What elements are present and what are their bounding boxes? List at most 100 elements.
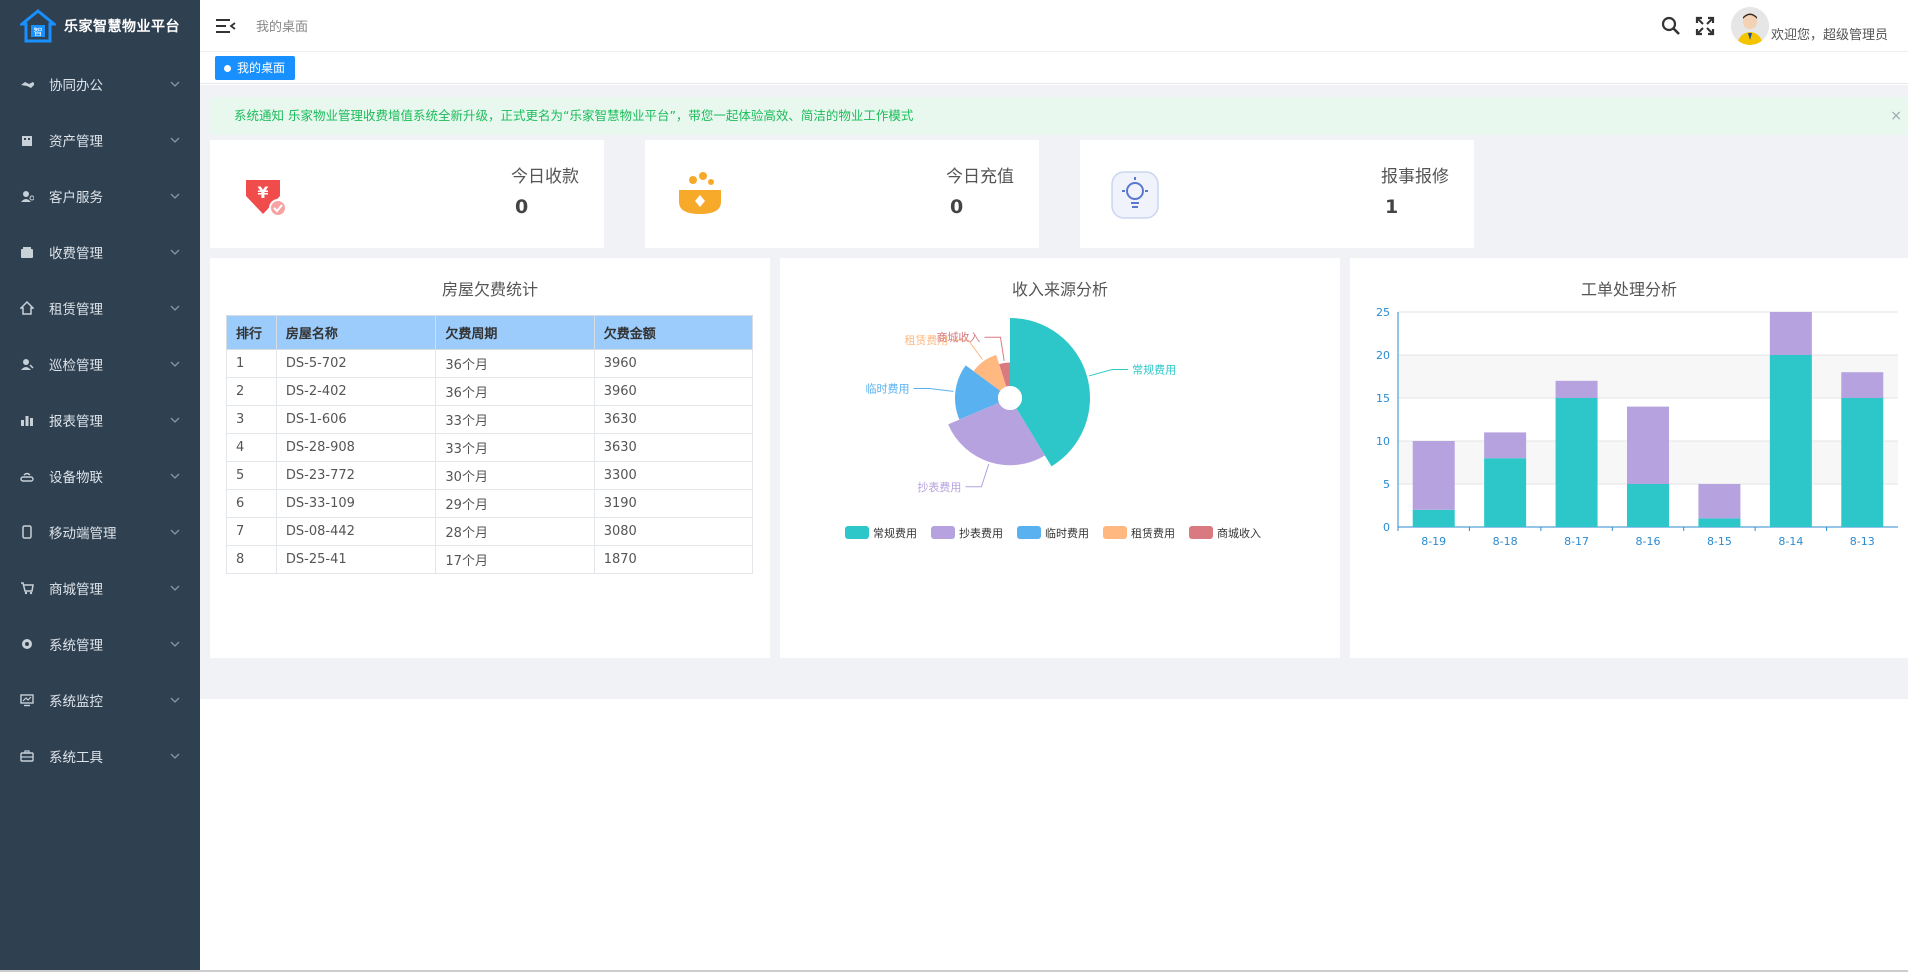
table-cell: 1870	[593, 545, 754, 574]
bar-segment[interactable]	[1627, 406, 1669, 484]
bar-segment[interactable]	[1841, 398, 1884, 527]
legend-item[interactable]: 租赁费用	[1103, 526, 1175, 540]
column-header: 欠费周期	[435, 315, 595, 350]
column-header: 欠费金额	[593, 315, 754, 350]
monitor-icon	[20, 694, 34, 707]
sidebar-item[interactable]: 资产管理	[0, 112, 200, 168]
house-logo-icon: 智	[20, 9, 56, 43]
pie-label: 临时费用	[866, 382, 910, 396]
bar-segment[interactable]	[1555, 380, 1598, 398]
bar-segment[interactable]	[1412, 509, 1455, 527]
table-cell: 7	[226, 517, 277, 546]
sidebar-item[interactable]: 报表管理	[0, 392, 200, 448]
grid-band	[1398, 355, 1898, 398]
legend-item[interactable]: 商城收入	[1189, 526, 1261, 540]
y-tick-label: 10	[1376, 435, 1390, 448]
panel-title: 房屋欠费统计	[441, 280, 538, 299]
y-tick-label: 0	[1383, 521, 1390, 534]
app-title: 乐家智慧物业平台	[64, 19, 180, 35]
sidebar-item-label: 巡检管理	[49, 358, 103, 374]
sidebar-item[interactable]: 系统监控	[0, 672, 200, 728]
sidebar-item[interactable]: 协同办公	[0, 56, 200, 112]
table-row[interactable]: 2 DS-2-402 36个月 3960	[226, 377, 754, 406]
bar-segment[interactable]	[1698, 484, 1741, 519]
sidebar-item[interactable]: 商城管理	[0, 560, 200, 616]
sidebar-item-label: 移动端管理	[49, 526, 117, 542]
sidebar-item[interactable]: 移动端管理	[0, 504, 200, 560]
coin-pot-icon	[679, 172, 721, 214]
blank-area	[200, 699, 1908, 972]
legend-item[interactable]: 临时费用	[1017, 526, 1089, 540]
sidebar-item[interactable]: 系统工具	[0, 728, 200, 784]
svg-text:商城收入: 商城收入	[1217, 526, 1261, 540]
menu-toggle-icon[interactable]	[216, 17, 236, 35]
bar-segment[interactable]	[1484, 458, 1527, 527]
table-cell: DS-5-702	[275, 349, 437, 378]
table-row[interactable]: 8 DS-25-41 17个月 1870	[226, 545, 754, 574]
table-cell: 6	[226, 489, 277, 518]
yuan-receipt-icon: ¥	[246, 180, 287, 217]
table-row[interactable]: 5 DS-23-772 30个月 3300	[226, 461, 754, 490]
welcome-text: 欢迎您，超级管理员	[1770, 27, 1888, 43]
table-cell: 33个月	[435, 405, 595, 434]
router-icon	[20, 472, 34, 482]
mobile-icon	[22, 525, 32, 539]
card-repair-reports[interactable]: 报事报修 1	[1080, 140, 1474, 248]
chevron-down-icon	[170, 585, 180, 591]
sidebar-item[interactable]: 客户服务	[0, 168, 200, 224]
table-row[interactable]: 3 DS-1-606 33个月 3630	[226, 405, 754, 434]
table-row[interactable]: 7 DS-08-442 28个月 3080	[226, 517, 754, 546]
bar-segment[interactable]	[1769, 355, 1812, 527]
topbar: 我的桌面 欢迎您，超级管理员	[200, 0, 1908, 52]
toolbox-icon	[20, 750, 34, 762]
app-root: 智 乐家智慧物业平台 协同办公 资产管理 客户服务收费管理租赁管理巡检管理报表管理设…	[0, 0, 1908, 972]
card-today-receipts[interactable]: ¥ 今日收款 0	[210, 140, 604, 248]
sidebar-item-label: 商城管理	[49, 582, 103, 598]
sidebar-item[interactable]: 收费管理	[0, 224, 200, 280]
bar-segment[interactable]	[1555, 398, 1598, 527]
sidebar-item[interactable]: 巡检管理	[0, 336, 200, 392]
bar-segment[interactable]	[1627, 484, 1669, 527]
column-header: 房屋名称	[275, 315, 437, 350]
pie-label-line	[965, 463, 990, 488]
bar-segment[interactable]	[1698, 518, 1741, 527]
card-value: 0	[515, 196, 529, 218]
tab-my-desktop[interactable]: 我的桌面	[215, 56, 296, 80]
bar-segment[interactable]	[1841, 372, 1884, 398]
table-cell: 36个月	[435, 377, 595, 406]
bar-segment[interactable]	[1769, 312, 1812, 355]
sidebar-item[interactable]: 租赁管理	[0, 280, 200, 336]
sidebar-item[interactable]: 设备物联	[0, 448, 200, 504]
table-cell: 36个月	[435, 349, 595, 378]
x-tick-label: 8-13	[1850, 535, 1875, 548]
card-today-recharge[interactable]: 今日充值 0	[645, 140, 1039, 248]
bar-segment[interactable]	[1484, 432, 1527, 459]
income-rose-chart[interactable]: 常规费用抄表费用临时费用租赁费用商城收入常规费用 抄表费用 临时费用 租赁费用 商城收入	[780, 298, 1340, 638]
work-order-bar-chart[interactable]: 0 5 10 15 20 25 8-19 8-18 8-17 8-16 8-15 8-14 8-13	[1350, 298, 1908, 638]
sidebar-item-label: 收费管理	[49, 246, 103, 262]
brand[interactable]: 智 乐家智慧物业平台	[0, 0, 200, 52]
fullscreen-icon[interactable]	[1695, 16, 1715, 36]
y-tick-label: 25	[1376, 306, 1390, 319]
system-notice: 系统通知 乐家物业管理收费增值系统全新升级，正式更名为“乐家智慧物业平台”，带您…	[210, 97, 1908, 135]
card-value: 0	[950, 196, 964, 218]
svg-text:¥: ¥	[257, 183, 268, 202]
close-icon[interactable]: ×	[1890, 97, 1902, 135]
table-cell: DS-2-402	[275, 377, 437, 406]
avatar[interactable]	[1730, 7, 1769, 45]
legend-item[interactable]: 常规费用	[845, 526, 917, 540]
table-row[interactable]: 6 DS-33-109 29个月 3190	[226, 489, 754, 518]
sidebar-item[interactable]: 系统管理	[0, 616, 200, 672]
table-row[interactable]: 1 DS-5-702 36个月 3960	[226, 349, 754, 378]
table-cell: DS-1-606	[275, 405, 437, 434]
bar-segment[interactable]	[1412, 441, 1455, 510]
user-service-icon	[21, 191, 34, 202]
legend-item[interactable]: 抄表费用	[931, 526, 1003, 540]
table-cell: 3190	[593, 489, 754, 518]
table-row[interactable]: 4 DS-28-908 33个月 3630	[226, 433, 754, 462]
search-icon[interactable]	[1661, 16, 1681, 36]
card-title: 报事报修	[1381, 167, 1449, 187]
chevron-down-icon	[170, 305, 180, 311]
y-tick-label: 20	[1376, 349, 1390, 362]
table-cell: 28个月	[435, 517, 595, 546]
